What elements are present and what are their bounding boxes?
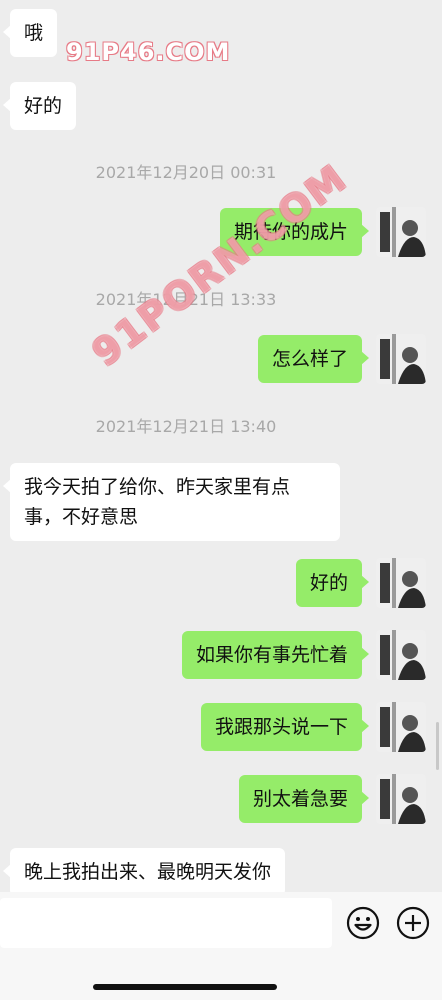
message-sent[interactable]: 我跟那头说一下 (200, 703, 370, 751)
timestamp: 2021年12月21日 13:40 (95, 417, 277, 436)
plus-icon[interactable] (396, 906, 430, 940)
timestamp: 2021年12月21日 13:33 (95, 290, 277, 309)
message-sent[interactable]: 别太着急要 (238, 775, 370, 823)
watermark-text: 91P46.COM (66, 38, 231, 66)
avatar[interactable] (376, 630, 426, 680)
scrollbar[interactable] (436, 722, 439, 770)
message-received[interactable]: 晚上我拍出来、最晚明天发你 (2, 848, 286, 892)
message-sent[interactable]: 期待你的成片 (219, 208, 370, 256)
message-received[interactable]: 我今天拍了给你、昨天家里有点事，不好意思 (3, 463, 340, 541)
avatar[interactable] (376, 702, 426, 752)
message-input[interactable] (0, 898, 332, 948)
message-sent[interactable]: 好的 (295, 559, 370, 607)
emoji-icon[interactable] (346, 906, 380, 940)
timestamp: 2021年12月20日 00:31 (95, 163, 277, 182)
message-received[interactable]: 好的 (2, 82, 77, 130)
avatar[interactable] (376, 207, 426, 257)
avatar[interactable] (376, 774, 426, 824)
message-sent[interactable]: 怎么样了 (257, 335, 370, 383)
avatar[interactable] (376, 558, 426, 608)
message-received[interactable]: 哦 (2, 9, 58, 57)
avatar[interactable] (376, 334, 426, 384)
chat-message-list[interactable]: 哦 好的 2021年12月20日 00:31 期待你的成片 2021年12月21… (0, 0, 442, 892)
message-sent[interactable]: 如果你有事先忙着 (181, 631, 370, 679)
home-indicator[interactable] (93, 984, 277, 990)
